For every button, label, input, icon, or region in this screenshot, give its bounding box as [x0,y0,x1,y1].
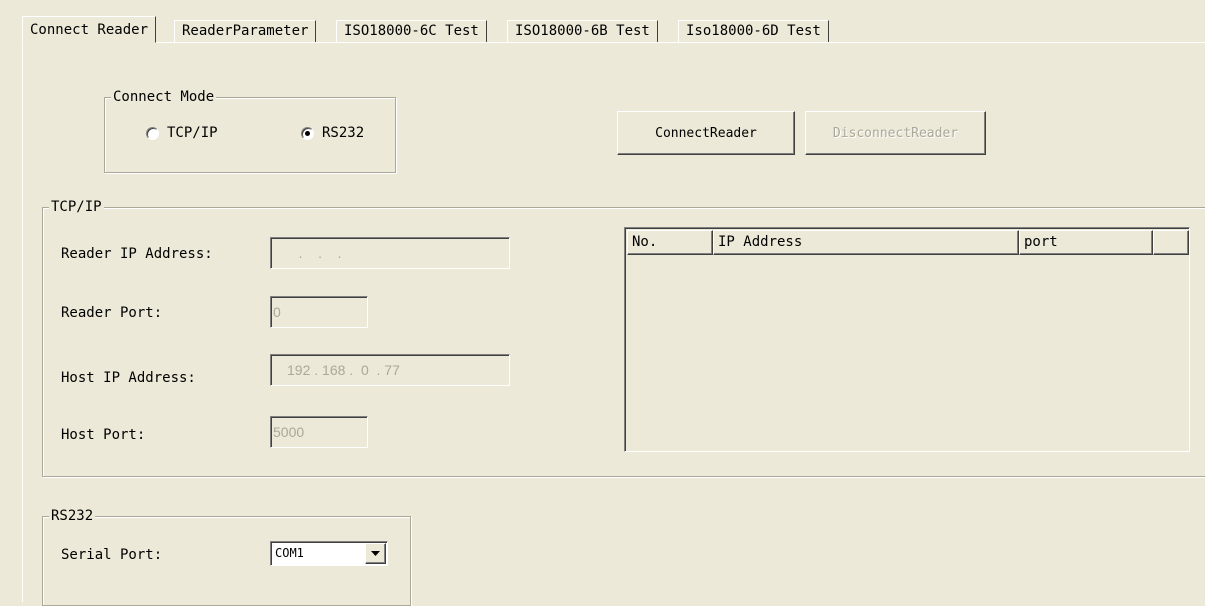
rs232-legend: RS232 [49,507,96,525]
column-header-port[interactable]: port [1019,230,1153,255]
reader-list-header: No. IP Address port [627,230,1189,255]
disconnect-reader-button[interactable]: DisconnectReader [805,111,986,155]
radio-tcpip-label: TCP/IP [167,125,218,141]
column-header-ip-address[interactable]: IP Address [713,230,1019,255]
host-ip-label: Host IP Address: [61,370,196,386]
column-header-no[interactable]: No. [627,230,713,255]
reader-ip-label: Reader IP Address: [61,246,213,262]
serial-port-combo[interactable]: COM1 [270,541,388,566]
connect-reader-button[interactable]: ConnectReader [617,111,795,155]
radio-rs232-label: RS232 [322,125,365,141]
reader-port-field[interactable]: 0 [270,296,368,328]
reader-ip-field[interactable]: . . . [270,237,510,269]
reader-port-label: Reader Port: [61,305,163,321]
column-header-empty[interactable] [1153,230,1189,255]
radio-tcpip-indicator[interactable] [146,126,159,140]
radio-tcpip[interactable]: TCP/IP [146,125,218,141]
serial-port-label: Serial Port: [61,547,163,563]
host-ip-field[interactable]: 192 . 168 . 0 . 77 [270,354,510,386]
tab-iso18000-6c-test[interactable]: ISO18000-6C Test [336,20,487,42]
host-port-field[interactable]: 5000 [270,416,368,448]
tab-connect-reader[interactable]: Connect Reader [22,16,157,43]
connect-mode-legend: Connect Mode [111,88,217,106]
tab-iso18000-6b-test[interactable]: ISO18000-6B Test [507,20,658,42]
tab-iso18000-6d-test[interactable]: Iso18000-6D Test [678,20,829,42]
radio-rs232[interactable]: RS232 [301,125,364,141]
tab-reader-parameter[interactable]: ReaderParameter [174,20,317,42]
tcpip-legend: TCP/IP [49,198,104,216]
serial-port-value: COM1 [275,546,304,560]
combo-dropdown-button[interactable] [365,543,386,564]
reader-list[interactable]: No. IP Address port [624,227,1190,452]
chevron-down-icon [371,551,380,556]
radio-rs232-indicator[interactable] [301,126,314,140]
host-port-label: Host Port: [61,427,146,443]
